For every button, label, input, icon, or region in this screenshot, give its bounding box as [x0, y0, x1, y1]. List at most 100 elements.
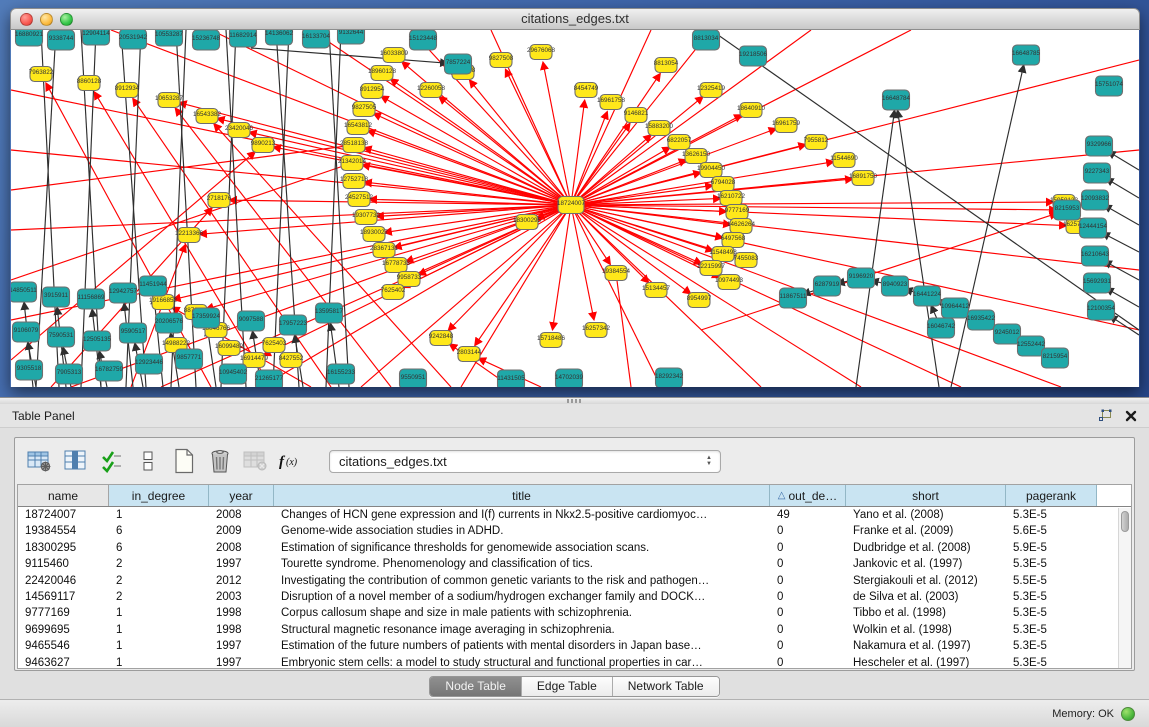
graph-node-label: 12093832 — [1081, 195, 1110, 202]
graph-node-label: 10974493 — [715, 277, 744, 284]
table-cell: Nakamura et al. (1997) — [846, 638, 1006, 654]
graph-edge[interactable] — [261, 205, 571, 387]
table-cell: 5.3E-5 — [1006, 589, 1097, 605]
network-canvas[interactable]: 1603380918960128891295498275051654381228… — [11, 30, 1139, 387]
graph-node-label: 19218506 — [739, 51, 768, 58]
tab-edge-table[interactable]: Edge Table — [522, 677, 613, 696]
table-row[interactable]: 2242004622012Investigating the contribut… — [18, 573, 1131, 589]
column-header-name[interactable]: name — [18, 485, 109, 506]
delete-table-button[interactable] — [241, 447, 271, 475]
function-builder-button[interactable]: f (x) — [277, 447, 307, 475]
table-cell: 5.9E-5 — [1006, 540, 1097, 556]
graph-edge[interactable] — [701, 213, 1057, 330]
graph-edge[interactable] — [616, 273, 631, 387]
column-header-title[interactable]: title — [274, 485, 770, 506]
vertical-scrollbar[interactable] — [1118, 508, 1131, 668]
table-cell: 0 — [770, 655, 846, 669]
float-panel-icon[interactable] — [1098, 409, 1113, 423]
panel-splitter[interactable] — [0, 397, 1149, 404]
graph-edge[interactable] — [1108, 152, 1139, 170]
close-panel-icon[interactable] — [1125, 410, 1137, 422]
graph-node-label: 16778733 — [382, 260, 411, 267]
splitter-grip-icon — [567, 399, 581, 403]
table-row[interactable]: 969969511998Structural magnetic resonanc… — [18, 622, 1131, 638]
column-header-pagerank[interactable]: pagerank — [1006, 485, 1097, 506]
graph-edge[interactable] — [1105, 205, 1139, 225]
zoom-window-icon[interactable] — [60, 13, 73, 26]
table-cell: 2003 — [209, 589, 274, 605]
table-row[interactable]: 911546021997Tourette syndrome. Phenomeno… — [18, 556, 1131, 572]
column-chooser-button[interactable] — [61, 447, 91, 475]
graph-edge[interactable] — [553, 205, 571, 329]
column-header-in_degree[interactable]: in_degree — [109, 485, 209, 506]
column-header-year[interactable]: year — [209, 485, 274, 506]
table-cell: Yano et al. (2008) — [846, 507, 1006, 523]
graph-edge[interactable] — [571, 30, 811, 205]
graph-edge[interactable] — [856, 111, 894, 387]
graph-node-label: 14626264 — [727, 221, 756, 228]
table-cell: 2008 — [209, 507, 274, 523]
table-settings-button[interactable] — [25, 447, 55, 475]
graph-node-label: 19904450 — [697, 165, 726, 172]
table-cell: Disruption of a novel member of a sodium… — [274, 589, 770, 605]
column-header-out_de[interactable]: △out_de… — [770, 485, 846, 506]
graph-edge[interactable] — [543, 63, 571, 205]
graph-node-label: 16961758 — [597, 97, 626, 104]
graph-edge[interactable] — [449, 205, 571, 330]
table-cell: 1 — [109, 507, 209, 523]
table-row[interactable]: 1938455462009Genome-wide association stu… — [18, 523, 1131, 539]
scrollbar-thumb[interactable] — [1121, 511, 1129, 532]
table-row[interactable]: 1456911722003Disruption of a novel membe… — [18, 589, 1131, 605]
table-cell: 18724007 — [18, 507, 109, 523]
table-row[interactable]: 977716911998Corpus callosum shape and si… — [18, 605, 1131, 621]
graph-node-label: 12260058 — [417, 85, 446, 92]
table-row[interactable]: 1872400712008Changes of HCN gene express… — [18, 507, 1131, 523]
new-document-button[interactable] — [169, 447, 199, 475]
column-header-short[interactable]: short — [846, 485, 1006, 506]
merge-rows-button[interactable] — [133, 447, 163, 475]
graph-edge[interactable] — [11, 90, 571, 205]
table-source-select[interactable]: citations_edges.txt ▲▼ — [329, 450, 721, 473]
graph-node-label: 12942757 — [109, 288, 138, 295]
graph-edge[interactable] — [1106, 179, 1139, 198]
status-bar: Memory: OK — [0, 699, 1149, 727]
minimize-window-icon[interactable] — [40, 13, 53, 26]
graph-node-label: 9305518 — [17, 365, 42, 372]
table-cell: 0 — [770, 638, 846, 654]
graph-node-label: 9132644 — [339, 30, 364, 36]
graph-edge[interactable] — [1110, 316, 1139, 335]
graph-node-label: 16441224 — [913, 291, 942, 298]
graph-edge[interactable] — [571, 202, 1053, 205]
graph-node-label: 16210643 — [1081, 251, 1110, 258]
table-cell: 2012 — [209, 573, 274, 589]
table-cell: 9777169 — [18, 605, 109, 621]
column-header-label: out_de… — [789, 489, 838, 503]
graph-edge[interactable] — [571, 112, 607, 205]
graph-node-label: 10553287 — [155, 31, 184, 38]
graph-node-label: 9890213 — [251, 140, 276, 147]
table-row[interactable]: 946362711997Embryonic stem cells: a mode… — [18, 655, 1131, 669]
graph-edge[interactable] — [11, 163, 352, 280]
graph-node-label: 11451944 — [139, 281, 167, 288]
graph-node-label: 18930027 — [360, 229, 389, 236]
sort-ascending-icon: △ — [778, 491, 786, 501]
graph-node-label: 8860128 — [77, 78, 102, 85]
table-row[interactable]: 946554611997Estimation of the future num… — [18, 638, 1131, 654]
graph-edge[interactable] — [11, 150, 571, 205]
graph-edge[interactable] — [898, 111, 939, 387]
graph-edge[interactable] — [711, 30, 1139, 330]
close-window-icon[interactable] — [20, 13, 33, 26]
network-window-titlebar[interactable]: citations_edges.txt — [10, 8, 1140, 30]
graph-node-label: 12752718 — [340, 176, 369, 183]
graph-node-label: 8215953 — [1055, 205, 1080, 212]
select-all-button[interactable] — [97, 447, 127, 475]
tab-network-table[interactable]: Network Table — [613, 677, 719, 696]
graph-edge[interactable] — [374, 114, 571, 205]
delete-button[interactable] — [205, 447, 235, 475]
graph-node-label: 6794028 — [711, 179, 736, 186]
table-rows: 1872400712008Changes of HCN gene express… — [18, 507, 1131, 669]
tab-node-table[interactable]: Node Table — [430, 677, 522, 696]
table-cell: 1998 — [209, 622, 274, 638]
table-row[interactable]: 1830029562008Estimation of significance … — [18, 540, 1131, 556]
graph-node-label: 9242848 — [429, 333, 454, 340]
